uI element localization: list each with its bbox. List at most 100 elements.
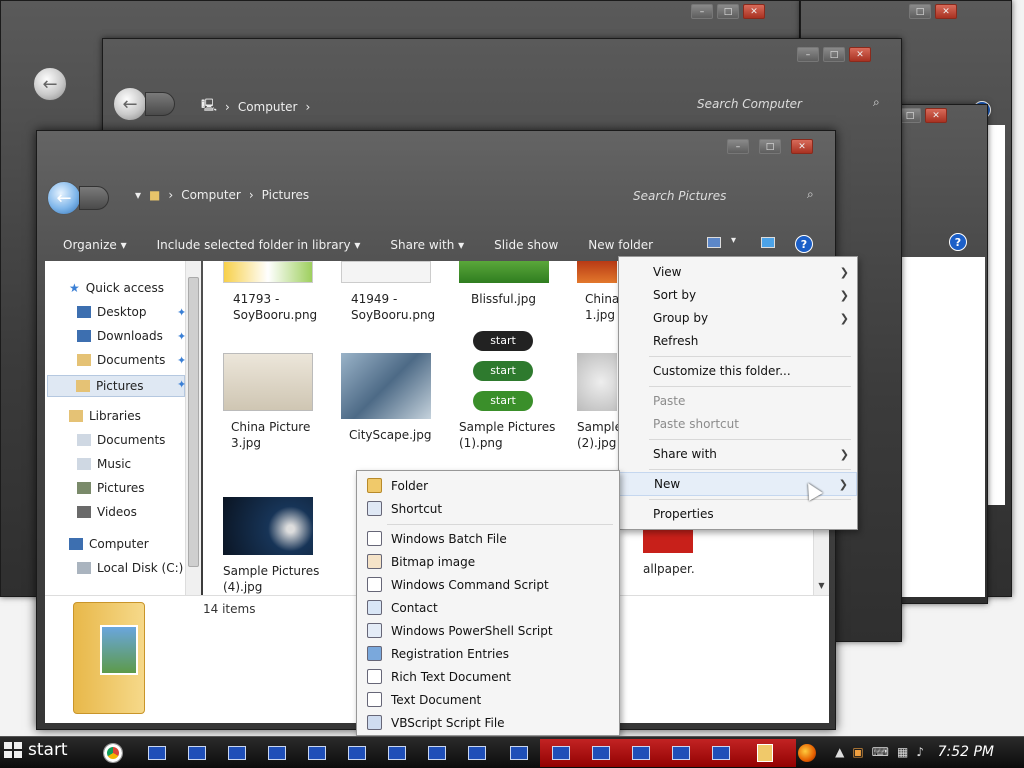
menu-item-customize[interactable]: Customize this folder... [619, 360, 857, 382]
nav-documents[interactable]: Documents [77, 353, 165, 367]
maximize-icon[interactable]: □ [909, 4, 931, 19]
search-input[interactable]: Search Computer [697, 97, 802, 111]
close-icon[interactable]: ✕ [925, 108, 947, 123]
volume-icon[interactable]: ♪ [916, 745, 924, 759]
taskbar-explorer-4[interactable] [260, 741, 294, 765]
file-item[interactable]: China Picture 3.jpg [223, 353, 331, 451]
share-with-button[interactable]: Share with ▾ [390, 238, 464, 252]
taskbar-explorer-14[interactable] [664, 741, 698, 765]
search-icon[interactable]: ⌕ [873, 95, 880, 110]
taskbar-explorer-1[interactable] [140, 741, 174, 765]
close-icon[interactable]: ✕ [849, 47, 871, 62]
close-icon[interactable]: ✕ [791, 139, 813, 154]
taskbar-explorer-10[interactable] [502, 741, 536, 765]
new-item-folder[interactable]: Folder [357, 475, 619, 497]
new-item-powershell[interactable]: Windows PowerShell Script [357, 620, 619, 642]
tray-app-icon[interactable]: ▣ [852, 745, 863, 759]
keyboard-icon[interactable]: ⌨ [872, 745, 889, 759]
taskbar-explorer-3[interactable] [220, 741, 254, 765]
tray-expand-icon[interactable]: ▲ [835, 745, 844, 759]
back-button-icon[interactable]: ← [33, 67, 67, 101]
forward-button-icon[interactable] [79, 186, 109, 210]
new-item-command-script[interactable]: Windows Command Script [357, 574, 619, 596]
network-icon[interactable]: ▦ [897, 745, 908, 759]
taskbar-explorer-9[interactable] [460, 741, 494, 765]
nav-lib-pictures[interactable]: Pictures [77, 481, 145, 495]
menu-item-paste-shortcut[interactable]: Paste shortcut [619, 413, 857, 435]
nav-downloads[interactable]: Downloads [77, 329, 163, 343]
menu-item-refresh[interactable]: Refresh [619, 330, 857, 352]
nav-quick-access[interactable]: ★ Quick access [69, 281, 164, 295]
new-item-batch-file[interactable]: Windows Batch File [357, 528, 619, 550]
breadcrumb[interactable]: ▾ ■ › Computer › Pictures [135, 188, 309, 202]
minimize-icon[interactable]: – [797, 47, 819, 62]
taskbar-explorer-6[interactable] [340, 741, 374, 765]
new-item-bitmap[interactable]: Bitmap image [357, 551, 619, 573]
file-item[interactable]: CityScape.jpg [341, 353, 449, 443]
forward-button-icon[interactable] [145, 92, 175, 116]
taskbar-explorer-12[interactable] [584, 741, 618, 765]
breadcrumb-computer[interactable]: Computer [238, 100, 298, 114]
help-icon[interactable]: ? [795, 235, 813, 253]
back-button-icon[interactable]: ← [47, 181, 81, 215]
minimize-icon[interactable]: – [691, 4, 713, 19]
nav-computer[interactable]: Computer [69, 537, 149, 551]
nav-local-disk[interactable]: Local Disk (C:) [77, 561, 183, 575]
close-icon[interactable]: ✕ [743, 4, 765, 19]
nav-music[interactable]: Music [77, 457, 131, 471]
taskbar-explorer-7[interactable] [380, 741, 414, 765]
new-item-registration[interactable]: Registration Entries [357, 643, 619, 665]
nav-lib-documents[interactable]: Documents [77, 433, 165, 447]
new-item-rich-text[interactable]: Rich Text Document [357, 666, 619, 688]
breadcrumb-pictures[interactable]: Pictures [262, 188, 310, 202]
taskbar-explorer-11[interactable] [544, 741, 578, 765]
help-icon[interactable]: ? [949, 233, 967, 251]
breadcrumb-computer[interactable]: Computer [181, 188, 241, 202]
taskbar-explorer-15[interactable] [704, 741, 738, 765]
maximize-icon[interactable]: □ [899, 108, 921, 123]
maximize-icon[interactable]: □ [759, 139, 781, 154]
start-button[interactable]: start [4, 740, 68, 760]
menu-item-paste[interactable]: Paste [619, 390, 857, 412]
menu-item-properties[interactable]: Properties [619, 503, 857, 525]
search-icon[interactable]: ⌕ [807, 187, 814, 202]
nav-videos[interactable]: Videos [77, 505, 137, 519]
menu-item-view[interactable]: View ❯ [619, 261, 857, 283]
scrollbar-thumb[interactable] [188, 277, 199, 567]
dropdown-arrow-icon[interactable]: ▾ [135, 188, 141, 202]
new-folder-button[interactable]: New folder [588, 238, 653, 252]
taskbar-explorer-13[interactable] [624, 741, 658, 765]
menu-item-share-with[interactable]: Share with ❯ [619, 443, 857, 465]
new-item-shortcut[interactable]: Shortcut [357, 498, 619, 520]
new-item-contact[interactable]: Contact [357, 597, 619, 619]
clock[interactable]: 7:52 PM [938, 744, 994, 760]
close-icon[interactable]: ✕ [935, 4, 957, 19]
taskbar-explorer-8[interactable] [420, 741, 454, 765]
include-in-library-button[interactable]: Include selected folder in library ▾ [157, 238, 361, 252]
file-item[interactable]: 41949 - SoyBooru.png [341, 261, 449, 323]
taskbar-explorer-2[interactable] [180, 741, 214, 765]
maximize-icon[interactable]: □ [717, 4, 739, 19]
nav-pictures[interactable]: Pictures [47, 375, 185, 397]
view-options-icon[interactable] [707, 237, 721, 248]
taskbar-folder-icon[interactable] [748, 741, 782, 765]
nav-scrollbar[interactable] [185, 261, 201, 595]
file-item[interactable]: Sample Pictures (4).jpg [223, 497, 331, 595]
menu-item-sort-by[interactable]: Sort by ❯ [619, 284, 857, 306]
nav-desktop[interactable]: Desktop [77, 305, 147, 319]
minimize-icon[interactable]: – [727, 139, 749, 154]
new-item-text-document[interactable]: Text Document [357, 689, 619, 711]
file-item[interactable]: 41793 - SoyBooru.png [223, 261, 331, 323]
maximize-icon[interactable]: □ [823, 47, 845, 62]
firefox-icon[interactable] [790, 741, 824, 765]
breadcrumb[interactable]: 🖳 › Computer › [201, 96, 310, 117]
search-input[interactable]: Search Pictures [633, 189, 726, 203]
back-button-icon[interactable]: ← [113, 87, 147, 121]
nav-libraries[interactable]: Libraries [69, 409, 141, 423]
chevron-down-icon[interactable]: ▾ [731, 235, 736, 246]
menu-item-group-by[interactable]: Group by ❯ [619, 307, 857, 329]
new-item-vbscript[interactable]: VBScript Script File [357, 712, 619, 734]
chrome-icon[interactable] [96, 741, 130, 765]
taskbar-explorer-5[interactable] [300, 741, 334, 765]
organize-button[interactable]: Organize ▾ [63, 238, 127, 252]
